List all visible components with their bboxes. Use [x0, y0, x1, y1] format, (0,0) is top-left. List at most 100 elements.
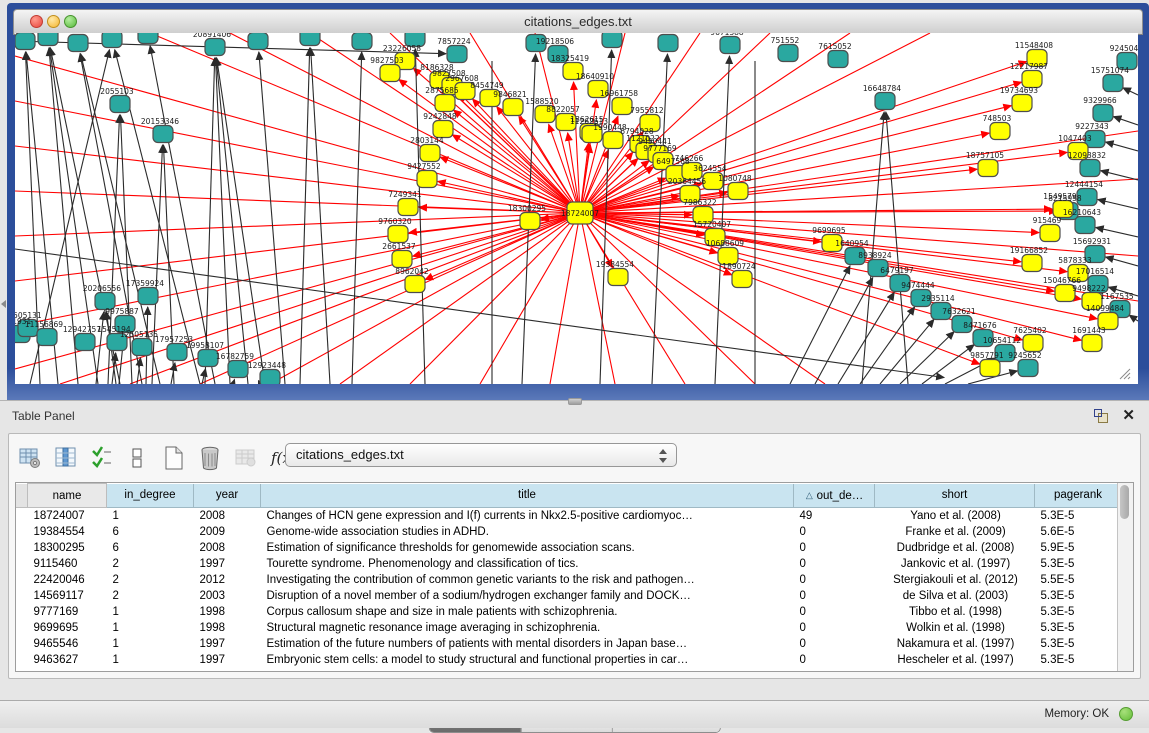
cell-pagerank[interactable]: 5.9E-5 — [1035, 540, 1122, 556]
table-row[interactable]: 969969511998Structural magnetic resonanc… — [16, 620, 1122, 636]
graph-node[interactable] — [875, 93, 895, 110]
table-row[interactable]: 1872400712008Changes of HCN gene express… — [16, 508, 1122, 525]
graph-node[interactable] — [110, 96, 130, 113]
cell-short[interactable]: Wolkin et al. (1998) — [875, 620, 1035, 636]
float-window-icon[interactable] — [1094, 409, 1109, 423]
cell-name[interactable]: 9699695 — [28, 620, 107, 636]
table-row[interactable]: 2242004622012Investigating the contribut… — [16, 572, 1122, 588]
citation-edge-black[interactable] — [259, 52, 285, 384]
cell-pagerank[interactable]: 5.3E-5 — [1035, 636, 1122, 652]
cell-name[interactable]: 18300295 — [28, 540, 107, 556]
cell-pagerank[interactable]: 5.5E-5 — [1035, 572, 1122, 588]
citation-edge-black[interactable] — [1098, 200, 1138, 209]
table-row[interactable]: 946362711997Embryonic stem cells: a mode… — [16, 652, 1122, 668]
citation-edge-black[interactable] — [215, 58, 230, 384]
cell-out_de[interactable]: 49 — [794, 508, 875, 525]
cell-in_degree[interactable]: 2 — [107, 556, 194, 572]
graph-node[interactable] — [1022, 71, 1042, 88]
graph-node[interactable] — [608, 269, 628, 286]
graph-node[interactable] — [1080, 160, 1100, 177]
cell-title[interactable]: Structural magnetic resonance image aver… — [261, 620, 794, 636]
graph-node[interactable] — [392, 251, 412, 268]
window-titlebar[interactable]: citations_edges.txt — [13, 9, 1143, 35]
citation-edge-red[interactable] — [580, 213, 825, 384]
citation-edge-red[interactable] — [15, 213, 580, 236]
import-table-icon[interactable] — [233, 445, 259, 471]
cell-out_de[interactable]: 0 — [794, 588, 875, 604]
splitter-handle[interactable] — [568, 398, 582, 405]
resize-grip[interactable] — [1120, 369, 1130, 379]
table-row[interactable]: 946554611997Estimation of the future num… — [16, 636, 1122, 652]
graph-node[interactable] — [352, 33, 372, 50]
citation-edge-red[interactable] — [580, 213, 1039, 233]
cell-in_degree[interactable]: 1 — [107, 636, 194, 652]
citation-edge-black[interactable] — [790, 266, 850, 384]
graph-node[interactable] — [37, 329, 57, 346]
new-column-icon[interactable] — [161, 445, 187, 471]
cell-pagerank[interactable]: 5.3E-5 — [1035, 556, 1122, 572]
network-canvas[interactable]: 2055105106352814035579450440105295120891… — [15, 33, 1138, 384]
graph-node[interactable] — [778, 45, 798, 62]
citation-edge-black[interactable] — [1123, 88, 1138, 95]
cell-in_degree[interactable]: 2 — [107, 588, 194, 604]
cell-name[interactable]: 19384554 — [28, 524, 107, 540]
column-header-year[interactable]: year — [194, 484, 261, 508]
graph-node[interactable] — [602, 33, 622, 48]
cell-short[interactable]: Yano et al. (2008) — [875, 508, 1035, 525]
cell-in_degree[interactable]: 1 — [107, 508, 194, 525]
graph-node[interactable] — [398, 199, 418, 216]
cell-in_degree[interactable]: 2 — [107, 572, 194, 588]
citation-edge-black[interactable] — [1101, 171, 1138, 180]
cell-out_de[interactable]: 0 — [794, 620, 875, 636]
cell-pagerank[interactable]: 5.3E-5 — [1035, 652, 1122, 668]
select-columns-icon[interactable] — [89, 445, 115, 471]
graph-node[interactable] — [1018, 360, 1038, 377]
panel-close-icon[interactable]: ✕ — [1122, 406, 1135, 424]
cell-pagerank[interactable]: 5.3E-5 — [1035, 620, 1122, 636]
scrollbar-thumb[interactable] — [1120, 485, 1129, 519]
cell-title[interactable]: Genome-wide association studies in ADHD. — [261, 524, 794, 540]
show-columns-icon[interactable] — [53, 445, 79, 471]
cell-name[interactable]: 9115460 — [28, 556, 107, 572]
cell-year[interactable]: 1997 — [194, 652, 261, 668]
memory-status-indicator[interactable] — [1119, 707, 1133, 721]
graph-node[interactable] — [248, 33, 268, 50]
cell-name[interactable]: 14569117 — [28, 588, 107, 604]
table-mode-icon[interactable] — [17, 445, 43, 471]
cell-short[interactable]: Franke et al. (2009) — [875, 524, 1035, 540]
graph-node[interactable] — [520, 213, 540, 230]
citation-edge-red[interactable] — [270, 213, 580, 384]
graph-node[interactable] — [300, 33, 320, 46]
cell-out_de[interactable]: 0 — [794, 636, 875, 652]
graph-node[interactable] — [1075, 217, 1095, 234]
cell-pagerank[interactable]: 5.3E-5 — [1035, 604, 1122, 620]
citation-edge-black[interactable] — [1096, 227, 1138, 237]
citation-edge-black[interactable] — [1113, 117, 1138, 125]
cell-short[interactable]: Stergiakouli et al. (2012) — [875, 572, 1035, 588]
column-header-out_de[interactable]: △out_de… — [794, 484, 875, 508]
citation-edge-black[interactable] — [311, 48, 330, 384]
cell-out_de[interactable]: 0 — [794, 556, 875, 572]
graph-node[interactable] — [435, 95, 455, 112]
cell-title[interactable]: Tourette syndrome. Phenomenology and cla… — [261, 556, 794, 572]
graph-node[interactable] — [102, 33, 122, 48]
cell-name[interactable]: 9465546 — [28, 636, 107, 652]
cell-in_degree[interactable]: 6 — [107, 540, 194, 556]
graph-node[interactable] — [1103, 75, 1123, 92]
cell-title[interactable]: Investigating the contribution of common… — [261, 572, 794, 588]
table-row[interactable]: 911546021997Tourette syndrome. Phenomeno… — [16, 556, 1122, 572]
delete-column-icon[interactable] — [197, 445, 223, 471]
graph-node[interactable] — [978, 160, 998, 177]
graph-node[interactable] — [1040, 225, 1060, 242]
panel-collapse-arrow-icon[interactable] — [1, 300, 6, 308]
cell-pagerank[interactable]: 5.6E-5 — [1035, 524, 1122, 540]
column-header-in_degree[interactable]: in_degree — [107, 484, 194, 508]
cell-year[interactable]: 2003 — [194, 588, 261, 604]
cell-short[interactable]: de Silva et al. (2003) — [875, 588, 1035, 604]
graph-node[interactable] — [417, 171, 437, 188]
unselect-columns-icon[interactable] — [125, 445, 151, 471]
cell-out_de[interactable]: 0 — [794, 572, 875, 588]
cell-pagerank[interactable]: 5.3E-5 — [1035, 588, 1122, 604]
cell-out_de[interactable]: 0 — [794, 652, 875, 668]
graph-node[interactable] — [1022, 255, 1042, 272]
